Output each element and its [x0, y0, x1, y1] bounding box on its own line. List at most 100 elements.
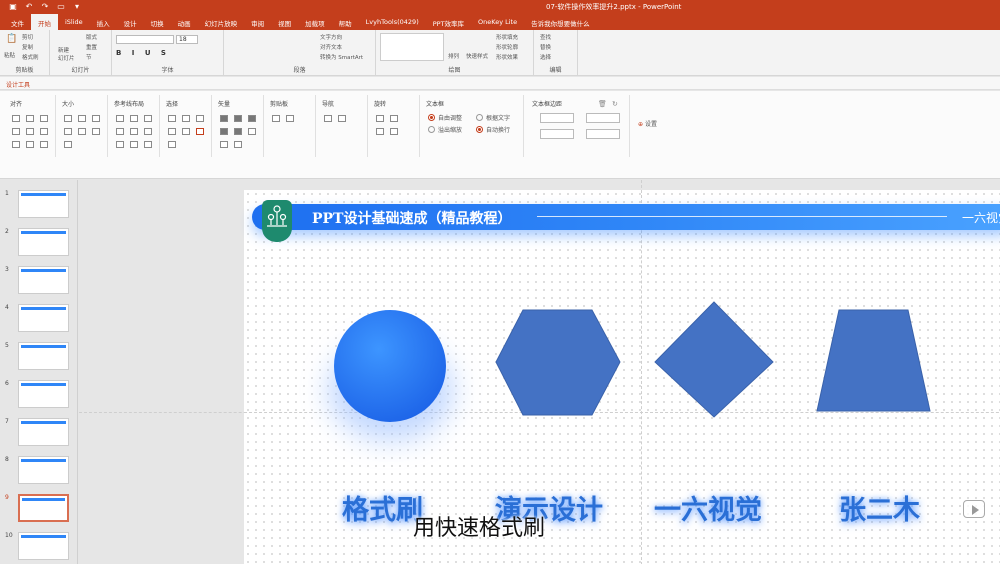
- tab-6[interactable]: 动画: [171, 14, 198, 30]
- same-width-icon[interactable]: [64, 115, 72, 122]
- slide-thumbnail[interactable]: [18, 494, 69, 522]
- quick-styles-button[interactable]: 快速样式: [466, 52, 488, 60]
- select-icon[interactable]: [196, 115, 204, 122]
- align-bottom-icon[interactable]: [40, 128, 48, 135]
- same-height-icon[interactable]: [78, 115, 86, 122]
- flip-icon[interactable]: [376, 128, 384, 135]
- slide-thumbnail[interactable]: [18, 532, 69, 560]
- align-right-icon[interactable]: [40, 115, 48, 122]
- undo-icon[interactable]: ↶: [24, 2, 34, 12]
- save-icon[interactable]: ▣: [8, 2, 18, 12]
- select-icon[interactable]: [182, 115, 190, 122]
- reset-button[interactable]: 重置: [86, 43, 97, 51]
- guide-icon[interactable]: [144, 141, 152, 148]
- select-icon[interactable]: [182, 128, 190, 135]
- align-text-button[interactable]: 对齐文本: [320, 43, 342, 51]
- slide-thumbnail[interactable]: [18, 342, 69, 370]
- trapezoid-shape[interactable]: [816, 309, 931, 412]
- select-icon[interactable]: [168, 115, 176, 122]
- vector-subtract-icon[interactable]: [234, 128, 242, 135]
- guide-icon[interactable]: [130, 115, 138, 122]
- size-icon[interactable]: [64, 128, 72, 135]
- slide-thumbnail[interactable]: [18, 304, 69, 332]
- find-button[interactable]: 查找: [540, 33, 551, 41]
- align-left-icon[interactable]: [12, 115, 20, 122]
- tab-7[interactable]: 幻灯片放映: [198, 14, 245, 30]
- tab-2[interactable]: iSlide: [58, 14, 90, 30]
- arrange-button[interactable]: 排列: [448, 52, 459, 60]
- same-size-icon[interactable]: [92, 115, 100, 122]
- vector-icon[interactable]: [234, 141, 242, 148]
- navigate-icon[interactable]: [338, 115, 346, 122]
- tab-5[interactable]: 切换: [144, 14, 171, 30]
- design-tools-label[interactable]: 设计工具: [6, 80, 30, 89]
- tab-1[interactable]: 开始: [31, 14, 58, 30]
- shape-fill-button[interactable]: 形状填充: [496, 33, 518, 41]
- distribute-vertical-icon[interactable]: [26, 141, 34, 148]
- settings-button[interactable]: ⊕ 设置: [638, 119, 657, 128]
- slide-thumbnail[interactable]: [18, 266, 69, 294]
- format-painter-button[interactable]: 格式刷: [22, 53, 39, 61]
- shapes-gallery[interactable]: [380, 33, 444, 61]
- vector-intersect-icon[interactable]: [220, 128, 228, 135]
- guide-icon[interactable]: [130, 128, 138, 135]
- font-size-select[interactable]: 18: [176, 35, 198, 44]
- hexagon-shape[interactable]: [495, 309, 621, 416]
- guide-icon[interactable]: [116, 115, 124, 122]
- fit-to-text-radio[interactable]: 根据文字: [476, 113, 510, 122]
- start-from-beginning-icon[interactable]: ▭: [56, 2, 66, 12]
- circle-shape[interactable]: [334, 310, 446, 422]
- align-middle-icon[interactable]: [26, 128, 34, 135]
- size-icon[interactable]: [92, 128, 100, 135]
- tab-12[interactable]: LvyhTools(0429): [359, 14, 426, 30]
- replace-button[interactable]: 替换: [540, 43, 551, 51]
- distribute-horizontal-icon[interactable]: [12, 141, 20, 148]
- layout-button[interactable]: 版式: [86, 33, 97, 41]
- guide-icon[interactable]: [116, 128, 124, 135]
- tab-0[interactable]: 文件: [4, 14, 31, 30]
- copy-style-icon[interactable]: [272, 115, 280, 122]
- autofit-free-radio[interactable]: 自由调整: [428, 113, 462, 122]
- copy-button[interactable]: 复制: [22, 43, 33, 51]
- margin-left-input[interactable]: [540, 113, 574, 123]
- tab-4[interactable]: 设计: [117, 14, 144, 30]
- trapezoid-label[interactable]: 张二木: [839, 488, 920, 527]
- paste-style-icon[interactable]: [286, 115, 294, 122]
- rotate-icon[interactable]: [376, 115, 384, 122]
- select-button[interactable]: 选择: [540, 53, 551, 61]
- tab-9[interactable]: 视图: [271, 14, 298, 30]
- play-icon[interactable]: [963, 500, 985, 518]
- vector-combine-icon[interactable]: [234, 115, 242, 122]
- circle-label[interactable]: 格式刷: [342, 488, 423, 527]
- slide-thumbnail[interactable]: [18, 456, 69, 484]
- shape-effects-button[interactable]: 形状效果: [496, 53, 518, 61]
- slide-thumbnail[interactable]: [18, 228, 69, 256]
- rotate-icon[interactable]: [390, 115, 398, 122]
- customize-icon[interactable]: ▾: [72, 2, 82, 12]
- guide-icon[interactable]: [144, 115, 152, 122]
- shape-outline-button[interactable]: 形状轮廓: [496, 43, 518, 51]
- cut-button[interactable]: 剪切: [22, 33, 33, 41]
- vector-union-icon[interactable]: [220, 115, 228, 122]
- align-top-icon[interactable]: [12, 128, 20, 135]
- slide-canvas[interactable]: PPT设计基础速成（精品教程） 一六视觉: [244, 190, 1000, 564]
- tab-13[interactable]: PPT效率库: [426, 14, 471, 30]
- font-style-buttons[interactable]: B I U S: [116, 49, 170, 57]
- size-icon[interactable]: [78, 128, 86, 135]
- paste-button[interactable]: 粘贴: [4, 51, 15, 59]
- tab-11[interactable]: 帮助: [332, 14, 359, 30]
- select-icon[interactable]: [168, 141, 176, 148]
- slide-thumbnail[interactable]: [18, 380, 69, 408]
- vector-icon[interactable]: [248, 128, 256, 135]
- navigate-icon[interactable]: [324, 115, 332, 122]
- word-wrap-checkbox[interactable]: 自动换行: [476, 125, 510, 134]
- section-button[interactable]: 节: [86, 53, 92, 61]
- tab-15[interactable]: 告诉我你想要做什么: [524, 14, 597, 30]
- text-direction-button[interactable]: 文字方向: [320, 33, 342, 41]
- tab-10[interactable]: 加载项: [298, 14, 332, 30]
- size-icon[interactable]: [64, 141, 72, 148]
- select-icon[interactable]: [196, 128, 204, 135]
- align-center-icon[interactable]: [26, 115, 34, 122]
- margin-bottom-input[interactable]: [586, 129, 620, 139]
- slide-thumbnail[interactable]: [18, 190, 69, 218]
